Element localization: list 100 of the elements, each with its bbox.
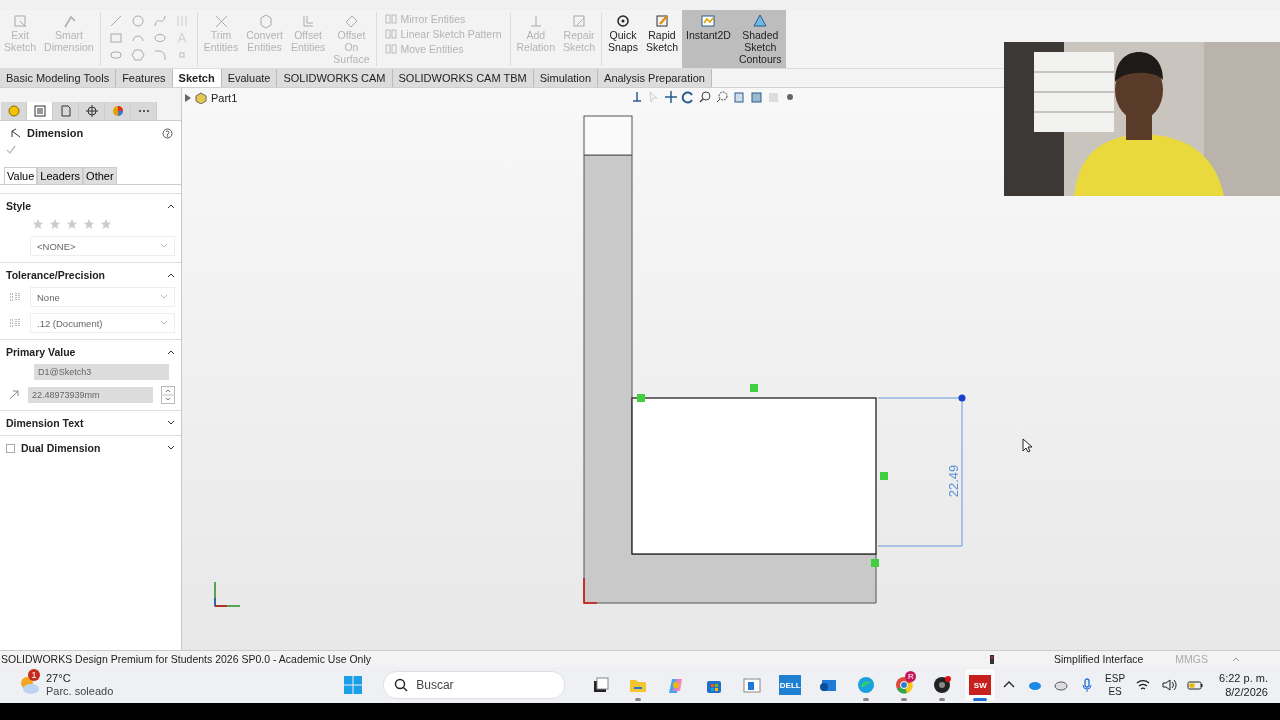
- section-title: Dimension Text: [6, 417, 85, 429]
- sketch-rectangle[interactable]: [631, 397, 877, 555]
- sketch-exit-icon: [12, 13, 29, 29]
- panel-tab[interactable]: [79, 102, 105, 120]
- command-tab[interactable]: Sketch: [172, 69, 222, 87]
- pattern-icon: [384, 28, 397, 40]
- wave-circle-icon: [857, 676, 876, 694]
- command-tab[interactable]: Simulation: [533, 69, 599, 87]
- section-title: Style: [6, 200, 33, 212]
- caret-up-icon[interactable]: [1232, 656, 1240, 662]
- dropdown[interactable]: .12 (Document): [30, 313, 175, 333]
- ribbon-button[interactable]: Quick Snaps: [604, 10, 642, 68]
- checkmark-icon[interactable]: [6, 145, 16, 155]
- panel-tab[interactable]: [105, 102, 131, 120]
- windows-start-icon[interactable]: [343, 675, 364, 695]
- square-icon: [571, 13, 588, 29]
- panel-tab[interactable]: [1, 102, 27, 120]
- star-icon[interactable]: [100, 218, 112, 230]
- language-indicator[interactable]: ESP ES: [1105, 672, 1126, 698]
- solidworks-app-icon[interactable]: SW: [965, 669, 996, 701]
- tree-item[interactable]: Part1: [211, 92, 238, 104]
- display-style-icon[interactable]: [749, 90, 763, 104]
- expand-icon[interactable]: [167, 445, 175, 451]
- status-text: SOLIDWORKS Design Premium for Students 2026 SP0.0 - Academic Use Only: [1, 653, 371, 665]
- property-tab[interactable]: Other: [83, 167, 117, 184]
- checkbox[interactable]: [6, 443, 15, 453]
- panel-handle[interactable]: [0, 88, 181, 102]
- zoom-icon[interactable]: [698, 90, 712, 104]
- command-tab[interactable]: SOLIDWORKS CAM: [277, 69, 393, 87]
- diamond-icon: [343, 13, 360, 29]
- command-tab[interactable]: Analysis Preparation: [598, 69, 712, 87]
- help-icon[interactable]: [162, 127, 173, 139]
- speaker-icon[interactable]: [1161, 677, 1178, 693]
- search-field[interactable]: Buscar: [383, 671, 566, 699]
- section-title: Tolerance/Precision: [6, 269, 106, 281]
- relation-marker: [880, 472, 888, 480]
- target-icon: [615, 13, 631, 29]
- notification-badge: 1: [28, 669, 40, 681]
- search-icon: [394, 678, 409, 692]
- dropdown[interactable]: None: [30, 287, 175, 307]
- value-field[interactable]: 22.48973939mm: [28, 387, 153, 403]
- dropdown[interactable]: <NONE>: [30, 236, 175, 256]
- star-icon[interactable]: [83, 218, 95, 230]
- status-label[interactable]: Simplified Interface: [1054, 653, 1144, 665]
- relation-marker: [871, 559, 879, 567]
- arrow-icon: [8, 389, 20, 401]
- section-title: Dual Dimension: [21, 442, 102, 454]
- section-view-icon[interactable]: [732, 90, 746, 104]
- expand-icon[interactable]: [167, 420, 175, 426]
- dimension-icon: [10, 127, 22, 139]
- star-icon[interactable]: [32, 218, 44, 230]
- spinner-icon[interactable]: [161, 386, 175, 404]
- property-tab[interactable]: Value: [4, 167, 38, 184]
- panel-tab[interactable]: ⋯: [131, 102, 157, 120]
- list-icon: [32, 104, 47, 118]
- rotate-icon[interactable]: [681, 90, 695, 104]
- indicator-icon: [990, 654, 995, 664]
- ribbon-button[interactable]: Rapid Sketch: [641, 10, 682, 68]
- task-view-icon: [591, 676, 610, 694]
- pan-icon[interactable]: [664, 90, 678, 104]
- panel-tab[interactable]: [53, 102, 79, 120]
- rectangle-icon: [108, 31, 123, 45]
- panel-tab[interactable]: [27, 102, 53, 120]
- circle-icon: [130, 14, 145, 28]
- star-icon[interactable]: [66, 218, 78, 230]
- ribbon-button[interactable]: Instant2D: [681, 10, 735, 68]
- command-tab[interactable]: Basic Modeling Tools: [0, 69, 117, 87]
- ribbon-button[interactable]: Shaded Sketch Contours: [734, 10, 786, 68]
- command-tab[interactable]: SOLIDWORKS CAM TBM: [392, 69, 534, 87]
- temperature[interactable]: 27°C: [46, 672, 114, 685]
- letter-shape-icon: [174, 31, 189, 45]
- collapse-icon[interactable]: [167, 203, 175, 209]
- part-icon: [195, 92, 207, 104]
- star-icon[interactable]: [49, 218, 61, 230]
- mouse-cursor-icon: [1022, 438, 1033, 453]
- color-wheel-icon: [110, 104, 125, 118]
- tree-icon: [6, 104, 21, 118]
- orientation-icon[interactable]: [630, 90, 644, 104]
- relation-marker: [637, 394, 645, 402]
- clock[interactable]: 6:22 p. m. 8/2/2026: [1219, 671, 1268, 699]
- ring-icon: [895, 676, 914, 694]
- property-tab[interactable]: Leaders: [37, 167, 84, 184]
- fillet-icon: [152, 48, 167, 62]
- weather-condition[interactable]: Parc. soleado: [46, 685, 114, 698]
- hexagon-icon: [130, 48, 145, 62]
- collapse-icon[interactable]: [167, 272, 175, 278]
- ellipse-icon: [152, 31, 167, 45]
- pattern-icon: [384, 43, 397, 55]
- zoom-area-icon[interactable]: [715, 90, 729, 104]
- taskbar-app-button[interactable]: R: [889, 669, 920, 701]
- spline-icon: [152, 14, 167, 28]
- command-tab[interactable]: Evaluate: [221, 69, 278, 87]
- collapse-icon[interactable]: [167, 349, 175, 355]
- command-tab[interactable]: Features: [116, 69, 173, 87]
- chevron-down-icon: [160, 243, 168, 249]
- expand-arrow-icon[interactable]: [185, 94, 191, 102]
- precision-icon: [8, 317, 22, 329]
- name-field[interactable]: D1@Sketch3: [34, 364, 169, 380]
- line-icon: [108, 14, 123, 28]
- origin-icon: [583, 577, 598, 604]
